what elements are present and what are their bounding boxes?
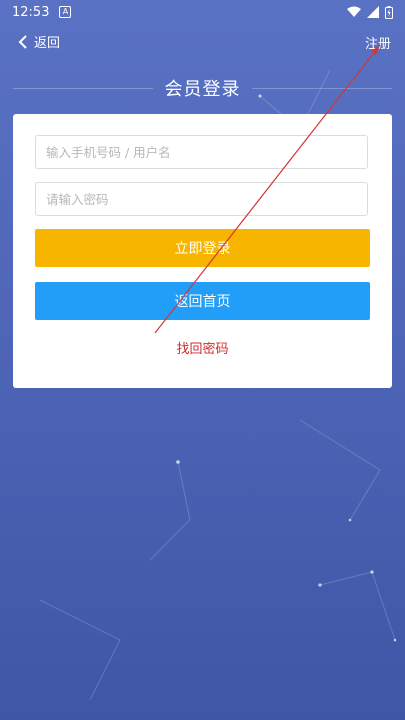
page-title: 会员登录 (164, 79, 241, 100)
clock: 12:53 (12, 4, 50, 20)
home-button[interactable]: 返回首页 (35, 282, 370, 320)
app-notification-icon: A (59, 6, 72, 18)
status-bar: 12:53 A (0, 0, 405, 24)
login-button[interactable]: 立即登录 (35, 229, 370, 267)
battery-icon (385, 5, 393, 19)
title-row: 会员登录 (0, 72, 405, 104)
chevron-left-icon (18, 34, 27, 49)
status-right (347, 5, 405, 19)
title-divider-right (252, 88, 392, 89)
forgot-password-link[interactable]: 找回密码 (13, 338, 392, 357)
password-input[interactable] (35, 182, 368, 216)
signal-icon (367, 6, 379, 18)
status-left: 12:53 A (0, 4, 72, 20)
username-input[interactable] (35, 135, 368, 169)
title-divider-left (13, 88, 153, 89)
login-card: 立即登录 返回首页 找回密码 (13, 114, 392, 388)
register-link[interactable]: 注册 (365, 33, 391, 52)
back-label: 返回 (34, 36, 61, 51)
wifi-icon (347, 6, 361, 17)
back-button[interactable]: 返回 (18, 32, 60, 51)
top-nav: 返回 注册 (0, 28, 405, 58)
